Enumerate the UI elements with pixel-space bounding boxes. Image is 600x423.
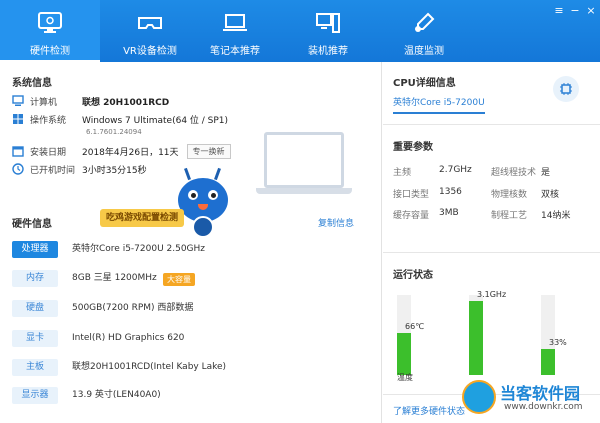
disk-value: 500GB(7200 RPM) 西部数据 — [72, 303, 194, 313]
param-process-value: 14纳米 — [541, 211, 571, 221]
install-date-value: 2018年4月26日，11天 — [82, 147, 179, 158]
tab-hardware-detect[interactable]: 硬件检测 — [0, 0, 100, 62]
param-freq-value: 2.7GHz — [439, 165, 472, 175]
param-cache-value: 3MB — [439, 208, 459, 218]
tag-display[interactable]: 显示器 — [12, 387, 58, 404]
renew-button[interactable]: 专一换新 — [186, 143, 231, 159]
divider — [383, 252, 600, 253]
computer-value: 联想 20H1001RCD — [82, 97, 170, 108]
app-window: 硬件检测 VR设备检测 笔记本推荐 装机推荐 温度监测 ≡ − × 系统信息 计… — [0, 0, 600, 423]
computer-row: 计算机 联想 20H1001RCD — [12, 93, 169, 109]
os-label: 操作系统 — [30, 115, 67, 126]
status-bar-label-2: 33% — [549, 338, 567, 347]
right-pane: CPU详细信息 英特尔Core i5-7200U 重要参数 主频 2.7GHz … — [383, 62, 600, 423]
tab-build-recommend[interactable]: 装机推荐 — [278, 0, 378, 62]
laptop-illustration — [256, 132, 352, 198]
tag-cpu[interactable]: 处理器 — [12, 241, 58, 258]
param-cores-value: 双核 — [541, 190, 560, 200]
status-bar-0 — [397, 295, 411, 375]
close-button[interactable]: × — [584, 4, 598, 17]
calendar-icon — [12, 146, 24, 157]
monitor-icon — [38, 12, 62, 33]
cpu-value: 英特尔Core i5-7200U 2.50GHz — [72, 244, 206, 254]
minimize-button[interactable]: − — [568, 4, 582, 17]
display-value: 13.9 英寸(LEN40A0) — [72, 390, 161, 400]
param-process-label: 制程工艺 — [491, 211, 528, 221]
game-config-banner[interactable]: 吃鸡游戏配置检测 — [100, 209, 184, 227]
tab-label: 硬件检测 — [30, 46, 70, 57]
param-cores-label: 物理核数 — [491, 190, 528, 200]
desktop-tower-icon — [316, 13, 340, 33]
status-bar-fill-2 — [541, 349, 555, 375]
computer-icon — [12, 95, 24, 106]
os-row: 操作系统 Windows 7 Ultimate(64 位 / SP1) — [12, 111, 228, 127]
install-date-row: 安装日期 2018年4月26日，11天 专一换新 — [12, 143, 231, 159]
os-version: 6.1.7601.24094 — [86, 128, 142, 136]
menu-button[interactable]: ≡ — [552, 4, 566, 17]
cpu-detail-title: CPU详细信息 — [393, 78, 456, 89]
tab-label: 笔记本推荐 — [210, 46, 260, 57]
install-date-label: 安装日期 — [30, 147, 67, 158]
status-bars: 66℃ 3.1GHz 33% — [383, 287, 600, 382]
tag-disk[interactable]: 硬盘 — [12, 300, 58, 317]
cpu-model-tab[interactable]: 英特尔Core i5-7200U — [393, 95, 485, 114]
param-socket-value: 1356 — [439, 187, 462, 197]
hardware-info-title: 硬件信息 — [12, 219, 52, 230]
tab-label: 装机推荐 — [308, 46, 348, 57]
key-params-title: 重要参数 — [393, 142, 433, 153]
left-pane: 系统信息 计算机 联想 20H1001RCD 操作系统 Windows 7 Ul… — [0, 62, 382, 423]
run-status-title: 运行状态 — [393, 270, 433, 281]
status-bar-fill-0 — [397, 333, 411, 375]
copy-info-link[interactable]: 复制信息 — [318, 216, 354, 229]
tag-memory[interactable]: 内存 — [12, 270, 58, 287]
mascot-illustration — [172, 167, 234, 238]
tab-laptop-recommend[interactable]: 笔记本推荐 — [185, 0, 285, 62]
watermark-url: www.downkr.com — [504, 402, 583, 412]
status-bar-label-0: 66℃ — [405, 322, 425, 331]
param-socket-label: 接口类型 — [393, 190, 430, 200]
laptop-icon — [223, 14, 247, 31]
param-ht-value: 是 — [541, 168, 551, 178]
param-ht-label: 超线程技术 — [491, 168, 537, 178]
os-value: Windows 7 Ultimate(64 位 / SP1) — [82, 115, 229, 126]
uptime-value: 3小时35分15秒 — [82, 165, 147, 176]
param-freq-label: 主频 — [393, 168, 412, 178]
tab-label: 温度监测 — [404, 46, 444, 57]
clock-icon — [12, 163, 24, 175]
uptime-row: 已开机时间 3小时35分15秒 — [12, 161, 147, 177]
tag-motherboard[interactable]: 主板 — [12, 359, 58, 376]
more-status-link[interactable]: 了解更多硬件状态 — [393, 404, 465, 417]
motherboard-value: 联想20H1001RCD(Intel Kaby Lake) — [72, 362, 227, 372]
watermark: 当客软件园 www.downkr.com — [460, 378, 600, 423]
temperature-caption: 温度 — [397, 373, 413, 382]
thermometer-icon — [415, 12, 435, 32]
tag-gpu[interactable]: 显卡 — [12, 330, 58, 347]
memory-value: 8GB 三星 1200MHz — [72, 273, 157, 283]
computer-label: 计算机 — [30, 97, 58, 108]
watermark-title: 当客软件园 — [500, 384, 581, 403]
memory-badge: 大容量 — [163, 273, 195, 286]
cpu-chip-icon — [553, 76, 579, 102]
vr-headset-icon — [138, 17, 162, 29]
watermark-logo — [462, 380, 496, 414]
top-tab-bar: 硬件检测 VR设备检测 笔记本推荐 装机推荐 温度监测 ≡ − × — [0, 0, 600, 62]
status-bar-1 — [469, 295, 483, 375]
uptime-label: 已开机时间 — [30, 165, 76, 176]
system-info-title: 系统信息 — [12, 78, 52, 89]
windows-icon — [13, 114, 23, 124]
tab-temp-monitor[interactable]: 温度监测 — [374, 0, 474, 62]
status-bar-label-1: 3.1GHz — [477, 290, 507, 299]
status-bar-2 — [541, 295, 555, 375]
divider — [383, 124, 600, 125]
gpu-value: Intel(R) HD Graphics 620 — [72, 333, 185, 343]
status-bar-fill-1 — [469, 301, 483, 375]
param-cache-label: 缓存容量 — [393, 211, 430, 221]
